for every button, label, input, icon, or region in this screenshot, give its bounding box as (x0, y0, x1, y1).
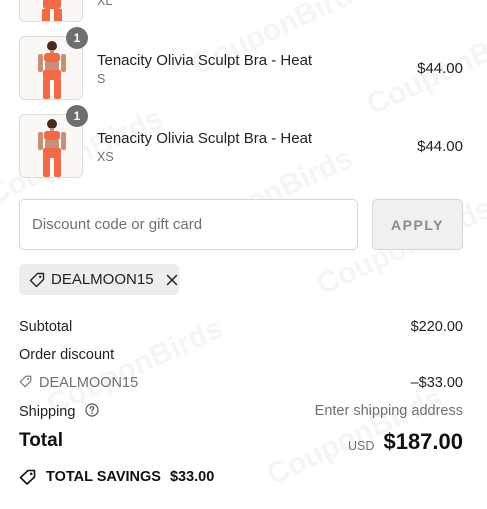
cart-item: 1 Tenacity Olivia Sculpt Bra - Heat XS $… (19, 105, 463, 178)
subtotal-row: Subtotal $220.00 (19, 319, 463, 335)
total-currency: USD (348, 439, 375, 453)
subtotal-value: $220.00 (410, 319, 463, 335)
apply-button[interactable]: APPLY (372, 199, 463, 250)
item-price: $44.00 (417, 60, 463, 77)
product-thumbnail: 1 (19, 27, 88, 100)
remove-discount-close-icon[interactable] (166, 274, 178, 286)
product-thumbnail: 1 (19, 105, 88, 178)
discount-code-input[interactable] (19, 199, 358, 250)
subtotal-label: Subtotal (19, 319, 73, 335)
total-label: Total (19, 430, 63, 451)
applied-discount-code: DEALMOON15 (51, 271, 154, 288)
tag-icon (29, 272, 45, 288)
order-discount-row: Order discount (19, 347, 463, 363)
item-price: $44.00 (417, 138, 463, 155)
item-name: Tenacity Olivia Sculpt Bra - Heat (97, 130, 313, 147)
quantity-badge: 1 (66, 105, 88, 127)
item-variant: S (97, 72, 106, 86)
quantity-badge: 1 (66, 27, 88, 49)
discount-value: –$33.00 (410, 375, 463, 391)
shipping-value: Enter shipping address (314, 403, 463, 419)
tag-icon (19, 375, 32, 392)
total-amount: $187.00 (383, 429, 463, 454)
shipping-label: Shipping (19, 404, 76, 420)
discount-code-row: DEALMOON15 –$33.00 (19, 375, 463, 392)
total-savings: TOTAL SAVINGS $33.00 (19, 469, 214, 485)
order-discount-label: Order discount (19, 347, 115, 363)
shipping-row: Shipping Enter shipping address (19, 403, 463, 421)
item-name: Tenacity Olivia Sculpt Bra - Heat (97, 52, 313, 69)
item-variant: XL (97, 0, 113, 8)
discount-code-label: DEALMOON15 (39, 375, 139, 391)
applied-discount-chip: DEALMOON15 (19, 264, 179, 295)
product-thumbnail (19, 0, 83, 22)
product-image (42, 0, 62, 21)
savings-value: $33.00 (169, 469, 215, 485)
savings-label: TOTAL SAVINGS (46, 469, 161, 485)
item-variant: XS (97, 150, 114, 164)
cart-item: 1 Tenacity Olivia Sculpt Bra - Heat S $4… (19, 27, 463, 100)
help-icon[interactable] (85, 403, 100, 421)
savings-tag-icon (19, 469, 37, 485)
